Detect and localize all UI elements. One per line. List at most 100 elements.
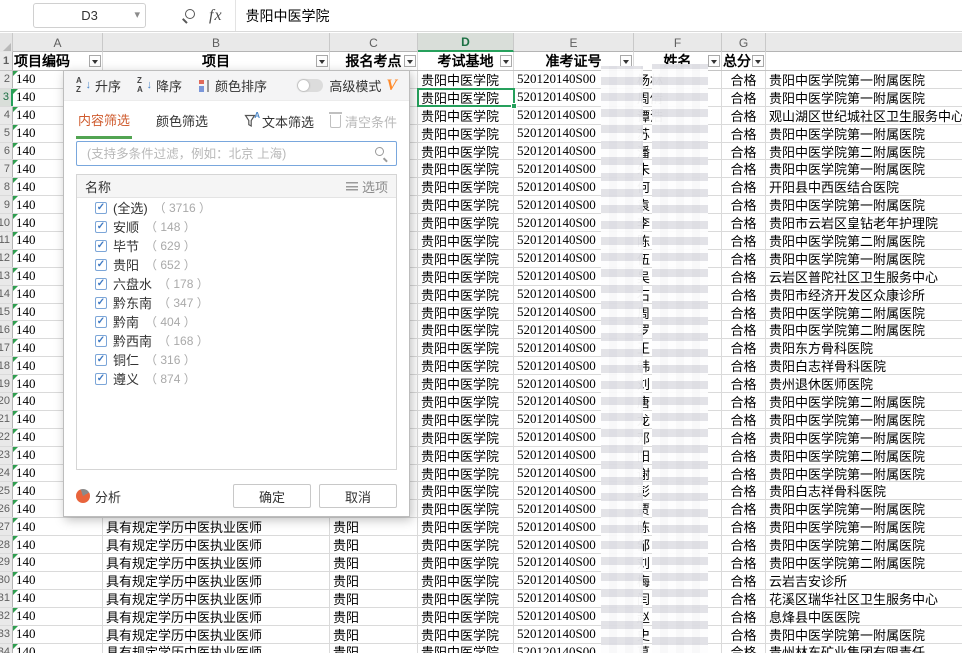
cell-hospital[interactable]: 贵阳东方骨科医院 xyxy=(766,339,962,356)
cell-exam-base[interactable]: 贵阳中医学院 xyxy=(418,608,514,625)
analyze-button[interactable]: 分析 xyxy=(76,487,121,506)
cell-exam-base[interactable]: 贵阳中医学院 xyxy=(418,160,514,177)
cell-project[interactable]: 具有规定学历中医执业医师 xyxy=(103,572,330,589)
filter-dropdown-icon[interactable] xyxy=(708,55,720,67)
cell-exam-base[interactable]: 贵阳中医学院 xyxy=(418,107,514,124)
column-letter-F[interactable]: F xyxy=(634,33,722,52)
cell-result[interactable]: 合格 xyxy=(722,375,766,392)
filter-item-遵义[interactable]: ✓遵义（ 874 ） xyxy=(77,369,396,388)
filter-item-安顺[interactable]: ✓安顺（ 148 ） xyxy=(77,217,396,236)
cell-registration-site[interactable]: 贵阳 xyxy=(330,554,418,571)
cell-hospital[interactable]: 开阳县中西医结合医院 xyxy=(766,178,962,195)
cell-hospital[interactable]: 贵州退休医师医院 xyxy=(766,375,962,392)
cell-project-code[interactable]: 140 xyxy=(13,572,103,589)
cell-hospital[interactable]: 贵阳中医学院第一附属医院 xyxy=(766,429,962,446)
row-number[interactable]: 28 xyxy=(0,536,13,553)
row-number[interactable]: 3 xyxy=(0,89,13,106)
sort-by-color-button[interactable]: 颜色排序 xyxy=(198,76,267,95)
header-cell-h[interactable] xyxy=(766,52,962,70)
cell-result[interactable]: 合格 xyxy=(722,232,766,249)
cell-exam-base[interactable]: 贵阳中医学院 xyxy=(418,304,514,321)
filter-search-input[interactable] xyxy=(85,146,375,162)
cell-project-code[interactable]: 140 xyxy=(13,554,103,571)
row-number[interactable]: 17 xyxy=(0,339,13,356)
formula-bar[interactable]: 贵阳中医学院 xyxy=(235,0,962,31)
cell-project[interactable]: 具有规定学历中医执业医师 xyxy=(103,608,330,625)
cell-exam-base[interactable]: 贵阳中医学院 xyxy=(418,626,514,643)
cell-hospital[interactable]: 观山湖区世纪城社区卫生服务中心 xyxy=(766,107,962,124)
cell-exam-base[interactable]: 贵阳中医学院 xyxy=(418,644,514,653)
cell-project-code[interactable]: 140 xyxy=(13,536,103,553)
row-number[interactable]: 23 xyxy=(0,447,13,464)
advanced-mode-toggle[interactable] xyxy=(297,79,323,92)
cell-result[interactable]: 合格 xyxy=(722,536,766,553)
row-number[interactable]: 27 xyxy=(0,518,13,535)
insert-function-icon[interactable]: fx xyxy=(209,7,223,25)
row-number[interactable]: 34 xyxy=(0,644,13,653)
row-number[interactable]: 16 xyxy=(0,321,13,338)
cell-hospital[interactable]: 贵阳中医学院第一附属医院 xyxy=(766,250,962,267)
filter-item-黔南[interactable]: ✓黔南（ 404 ） xyxy=(77,312,396,331)
filter-item-黔东南[interactable]: ✓黔东南（ 347 ） xyxy=(77,293,396,312)
cell-result[interactable]: 合格 xyxy=(722,357,766,374)
text-filter-button[interactable]: A 文本筛选 xyxy=(244,112,314,131)
cell-exam-base[interactable]: 贵阳中医学院 xyxy=(418,536,514,553)
cell-hospital[interactable]: 贵阳中医学院第一附属医院 xyxy=(766,125,962,142)
cell-exam-base[interactable]: 贵阳中医学院 xyxy=(418,357,514,374)
filter-dropdown-icon[interactable] xyxy=(89,55,101,67)
row-number[interactable]: 14 xyxy=(0,286,13,303)
cell-result[interactable]: 合格 xyxy=(722,268,766,285)
cell-project[interactable]: 具有规定学历中医执业医师 xyxy=(103,626,330,643)
header-cell-b[interactable]: 项目 xyxy=(103,52,330,70)
cell-exam-base[interactable]: 贵阳中医学院 xyxy=(418,465,514,482)
row-number[interactable]: 12 xyxy=(0,250,13,267)
cell-exam-base[interactable]: 贵阳中医学院 xyxy=(418,339,514,356)
ok-button[interactable]: 确定 xyxy=(233,484,311,508)
cell-result[interactable]: 合格 xyxy=(722,411,766,428)
row-number[interactable]: 26 xyxy=(0,500,13,517)
checkbox-checked-icon[interactable]: ✓ xyxy=(95,354,107,366)
column-letter-C[interactable]: C xyxy=(330,33,418,52)
row-number[interactable]: 32 xyxy=(0,608,13,625)
cell-hospital[interactable]: 贵阳中医学院第二附属医院 xyxy=(766,321,962,338)
column-letter-E[interactable]: E xyxy=(514,33,634,52)
cell-exam-base[interactable]: 贵阳中医学院 xyxy=(418,250,514,267)
row-number[interactable]: 22 xyxy=(0,429,13,446)
cell-hospital[interactable]: 贵阳白志祥骨科医院 xyxy=(766,357,962,374)
clear-filter-button[interactable]: 清空条件 xyxy=(330,112,397,131)
filter-dropdown-icon[interactable] xyxy=(500,55,512,67)
cell-registration-site[interactable]: 贵阳 xyxy=(330,644,418,653)
cell-project[interactable]: 具有规定学历中医执业医师 xyxy=(103,554,330,571)
cell-hospital[interactable]: 贵阳中医学院第一附属医院 xyxy=(766,89,962,106)
cell-hospital[interactable]: 贵阳中医学院第二附属医院 xyxy=(766,393,962,410)
cell-hospital[interactable]: 贵阳中医学院第二附属医院 xyxy=(766,447,962,464)
cell-project[interactable]: 具有规定学历中医执业医师 xyxy=(103,590,330,607)
cell-exam-base[interactable]: 贵阳中医学院 xyxy=(418,572,514,589)
cell-exam-base[interactable]: 贵阳中医学院 xyxy=(418,590,514,607)
checkbox-checked-icon[interactable]: ✓ xyxy=(95,259,107,271)
cell-exam-base[interactable]: 贵阳中医学院 xyxy=(418,554,514,571)
cell-result[interactable]: 合格 xyxy=(722,482,766,499)
header-cell-c[interactable]: 报名考点 xyxy=(330,52,418,70)
row-number[interactable]: 25 xyxy=(0,482,13,499)
cell-hospital[interactable]: 贵阳中医学院第一附属医院 xyxy=(766,518,962,535)
cell-hospital[interactable]: 贵阳市经济开发区众康诊所 xyxy=(766,286,962,303)
cell-exam-base[interactable]: 贵阳中医学院 xyxy=(418,125,514,142)
cell-result[interactable]: 合格 xyxy=(722,321,766,338)
cell-exam-base[interactable]: 贵阳中医学院 xyxy=(418,232,514,249)
select-all-corner[interactable] xyxy=(0,33,13,52)
tab-content-filter[interactable]: 内容筛选 xyxy=(76,104,132,139)
options-button[interactable]: 选项 xyxy=(346,177,388,196)
filter-item-贵阳[interactable]: ✓贵阳（ 652 ） xyxy=(77,255,396,274)
cell-result[interactable]: 合格 xyxy=(722,447,766,464)
cell-result[interactable]: 合格 xyxy=(722,196,766,213)
row-number[interactable]: 31 xyxy=(0,590,13,607)
cell-exam-base[interactable]: 贵阳中医学院 xyxy=(418,482,514,499)
filter-search-box[interactable] xyxy=(76,141,397,166)
row-number[interactable]: 1 xyxy=(0,52,13,70)
cell-registration-site[interactable]: 贵阳 xyxy=(330,572,418,589)
cell-exam-base[interactable]: 贵阳中医学院 xyxy=(418,89,514,106)
row-number[interactable]: 4 xyxy=(0,107,13,124)
cell-hospital[interactable]: 贵阳中医学院第一附属医院 xyxy=(766,160,962,177)
cell-result[interactable]: 合格 xyxy=(722,250,766,267)
